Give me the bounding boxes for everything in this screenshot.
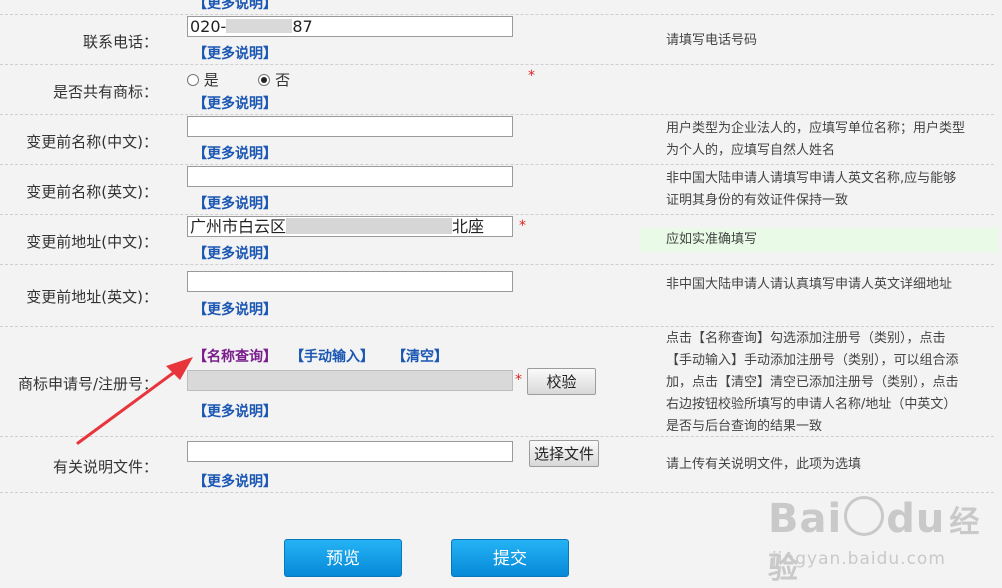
watermark-brand2: du: [886, 496, 946, 542]
watermark-url: jingyan.baidu.com: [772, 549, 946, 569]
watermark-brand: Bai: [768, 496, 843, 542]
paw-icon: [844, 496, 885, 536]
watermark-logo: Bai du 经验: [768, 496, 1002, 588]
